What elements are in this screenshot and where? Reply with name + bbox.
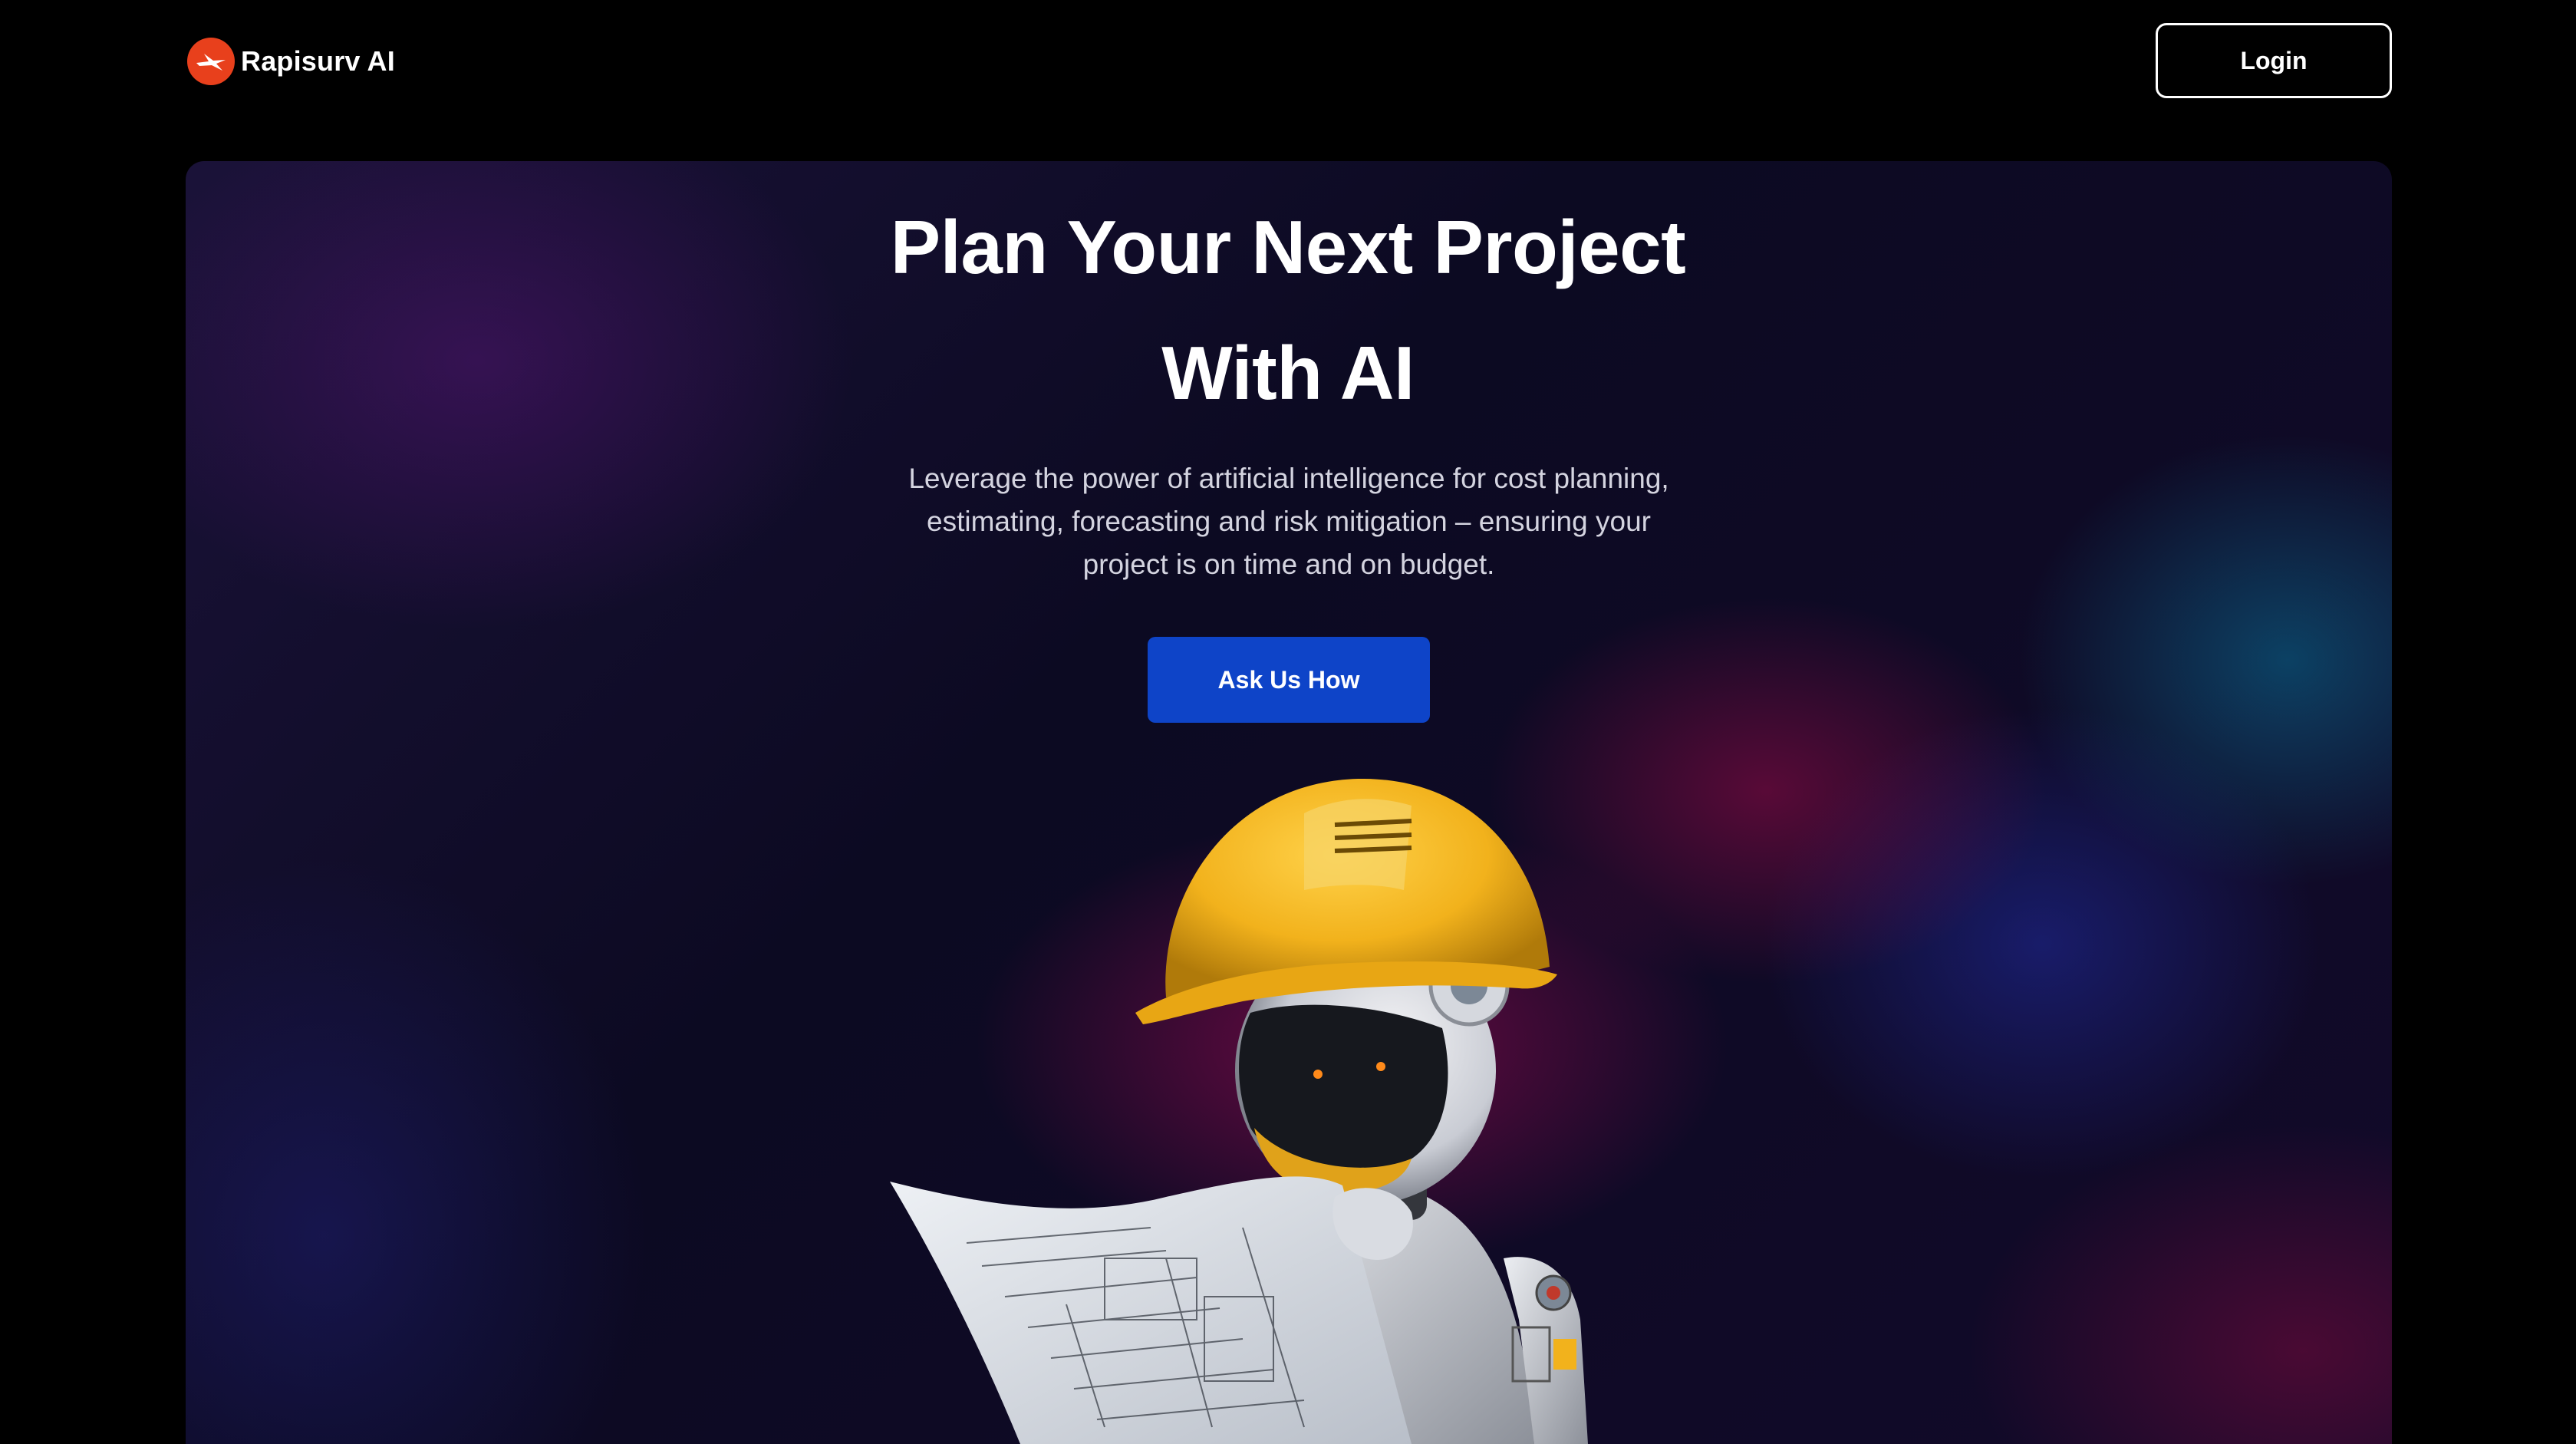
hero-subtitle: Leverage the power of artificial intelli…	[908, 463, 1669, 580]
page: Rapisurv AI Login Plan Your Next Project…	[0, 0, 2576, 1444]
login-button[interactable]: Login	[2156, 23, 2392, 98]
hero-title-line2: With AI	[1161, 331, 1415, 415]
robot-with-blueprint-illustration	[890, 778, 1588, 1444]
brand-logo[interactable]: Rapisurv AI	[187, 37, 395, 86]
rapisurv-logo-icon	[187, 38, 235, 85]
hero-title-line1: Plan Your Next Project	[890, 205, 1686, 289]
brand-name: Rapisurv AI	[241, 45, 395, 77]
hero-title: Plan Your Next Project With AI	[0, 184, 2576, 436]
ask-us-how-button[interactable]: Ask Us How	[1148, 637, 1430, 723]
